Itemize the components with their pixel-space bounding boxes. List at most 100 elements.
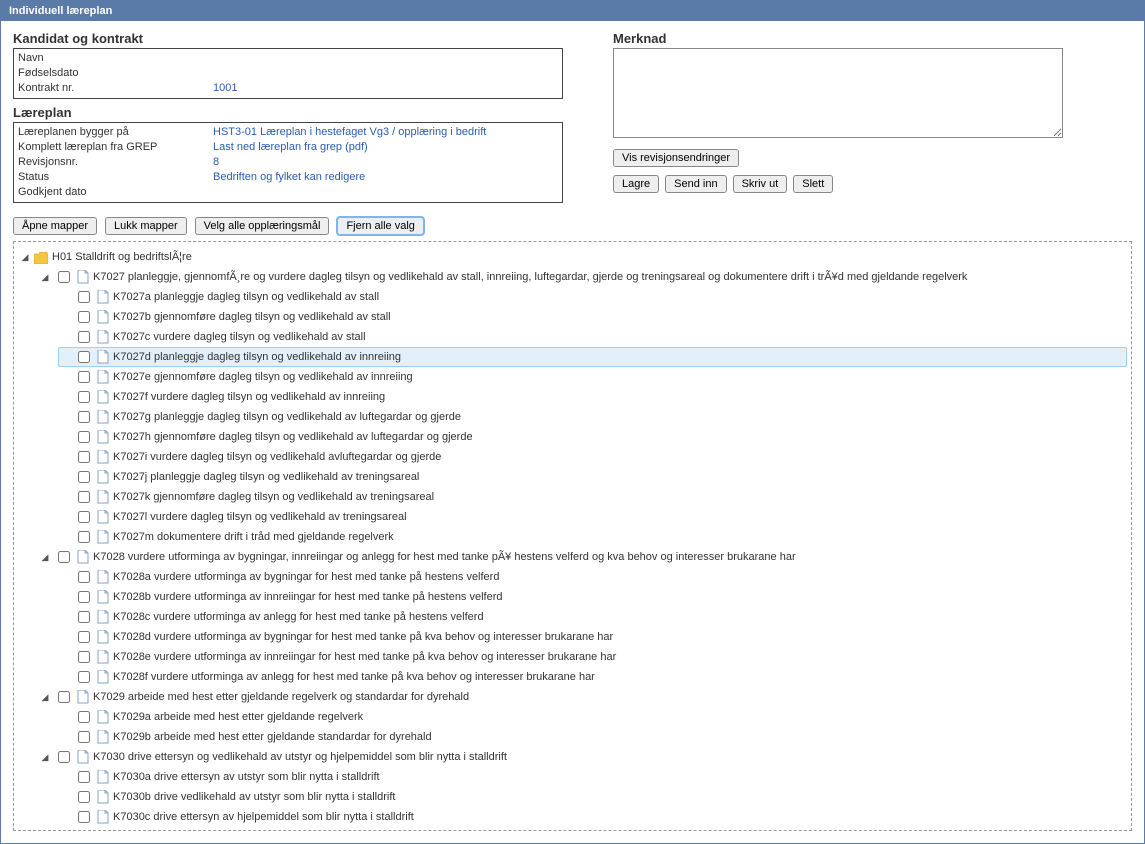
- tree-node-label: K7029 arbeide med hest etter gjeldande r…: [93, 689, 469, 706]
- tree-node-label: K7027b gjennomføre dagleg tilsyn og vedl…: [113, 309, 391, 326]
- tree-checkbox[interactable]: [78, 651, 90, 663]
- tree-checkbox[interactable]: [78, 411, 90, 423]
- tree-checkbox[interactable]: [58, 551, 70, 563]
- document-icon: [97, 670, 109, 684]
- tree-checkbox[interactable]: [78, 511, 90, 523]
- tree-checkbox[interactable]: [78, 671, 90, 683]
- document-icon: [97, 430, 109, 444]
- expand-toggle[interactable]: ◢: [40, 549, 50, 566]
- document-icon: [97, 310, 109, 324]
- tree-node-label: K7027g planleggje dagleg tilsyn og vedli…: [113, 409, 461, 426]
- document-icon: [97, 390, 109, 404]
- plan-complete-value[interactable]: Last ned læreplan fra grep (pdf): [213, 140, 558, 155]
- tree-checkbox[interactable]: [78, 371, 90, 383]
- tree-node-k7028d[interactable]: ◢K7028d vurdere utforminga av bygningar …: [58, 627, 1127, 647]
- document-icon: [97, 470, 109, 484]
- tree-checkbox[interactable]: [58, 691, 70, 703]
- expand-toggle[interactable]: ◢: [40, 749, 50, 766]
- contract-label: Kontrakt nr.: [18, 81, 213, 96]
- plan-approved-label: Godkjent dato: [18, 185, 213, 200]
- tree-node-k7027h[interactable]: ◢K7027h gjennomføre dagleg tilsyn og ved…: [58, 427, 1127, 447]
- tree-node-k7028b[interactable]: ◢K7028b vurdere utforminga av innreiinga…: [58, 587, 1127, 607]
- tree-node-k7027i[interactable]: ◢K7027i vurdere dagleg tilsyn og vedlike…: [58, 447, 1127, 467]
- tree-node-k7027f[interactable]: ◢K7027f vurdere dagleg tilsyn og vedlike…: [58, 387, 1127, 407]
- tree-checkbox[interactable]: [78, 471, 90, 483]
- tree-node-k7030[interactable]: ◢ K7030 drive ettersyn og vedlikehald av …: [38, 747, 1127, 767]
- tree-node-k7028c[interactable]: ◢K7028c vurdere utforminga av anlegg for…: [58, 607, 1127, 627]
- tree-node-k7027l[interactable]: ◢K7027l vurdere dagleg tilsyn og vedlike…: [58, 507, 1127, 527]
- tree-node-k7030b[interactable]: ◢K7030b drive vedlikehald av utstyr som …: [58, 787, 1127, 807]
- tree-checkbox[interactable]: [78, 731, 90, 743]
- tree-checkbox[interactable]: [78, 571, 90, 583]
- tree-node-k7028[interactable]: ◢K7028 vurdere utforminga av bygningar, …: [38, 547, 1127, 567]
- tree-node-k7030a[interactable]: ◢K7030a drive ettersyn av utstyr som bli…: [58, 767, 1127, 787]
- note-textarea[interactable]: [613, 48, 1063, 138]
- tree-node-k7030d[interactable]: ◢K7030d drive vedlikehald av hjelpemidde…: [58, 827, 1127, 831]
- tree-node-label: K7027e gjennomføre dagleg tilsyn og vedl…: [113, 369, 413, 386]
- tree-checkbox[interactable]: [78, 611, 90, 623]
- tree-node-k7029a[interactable]: ◢K7029a arbeide med hest etter gjeldande…: [58, 707, 1127, 727]
- plan-based-value[interactable]: HST3-01 Læreplan i hestefaget Vg3 / oppl…: [213, 125, 558, 140]
- contract-value[interactable]: 1001: [213, 81, 558, 96]
- tree-checkbox[interactable]: [78, 591, 90, 603]
- print-button[interactable]: Skriv ut: [733, 175, 788, 193]
- tree-node-k7027a[interactable]: ◢K7027a planleggje dagleg tilsyn og vedl…: [58, 287, 1127, 307]
- tree-node-k7027e[interactable]: ◢K7027e gjennomføre dagleg tilsyn og ved…: [58, 367, 1127, 387]
- tree-node-k7028e[interactable]: ◢K7028e vurdere utforminga av innreiinga…: [58, 647, 1127, 667]
- tree-checkbox[interactable]: [78, 631, 90, 643]
- tree-node-k7030c[interactable]: ◢K7030c drive ettersyn av hjelpemiddel s…: [58, 807, 1127, 827]
- delete-button[interactable]: Slett: [793, 175, 833, 193]
- document-icon: [97, 810, 109, 824]
- close-folders-button[interactable]: Lukk mapper: [105, 217, 187, 235]
- show-revisions-button[interactable]: Vis revisjonsendringer: [613, 149, 739, 167]
- expand-toggle[interactable]: ◢: [20, 249, 30, 266]
- plan-rev-label: Revisjonsnr.: [18, 155, 213, 170]
- tree-node-k7027[interactable]: ◢K7027 planleggje, gjennomfÃ¸re og vurde…: [38, 267, 1127, 287]
- expand-toggle[interactable]: ◢: [40, 269, 50, 286]
- tree-node-k7027g[interactable]: ◢K7027g planleggje dagleg tilsyn og vedl…: [58, 407, 1127, 427]
- tree-node-k7027m[interactable]: ◢K7027m dokumentere drift i tråd med gje…: [58, 527, 1127, 547]
- tree-node-k7027c[interactable]: ◢K7027c vurdere dagleg tilsyn og vedlike…: [58, 327, 1127, 347]
- tree-node-k7028f[interactable]: ◢K7028f vurdere utforminga av anlegg for…: [58, 667, 1127, 687]
- tree-checkbox[interactable]: [78, 331, 90, 343]
- send-button[interactable]: Send inn: [665, 175, 726, 193]
- tree-node-k7027d[interactable]: ◢K7027d planleggje dagleg tilsyn og vedl…: [58, 347, 1127, 367]
- tree-checkbox[interactable]: [78, 351, 90, 363]
- tree-node-h01[interactable]: ◢H01 Stalldrift og bedriftslÃ¦re: [18, 248, 1127, 267]
- tree-checkbox[interactable]: [78, 391, 90, 403]
- tree-node-label: K7030 drive ettersyn og vedlikehald av u…: [93, 749, 507, 766]
- plan-section-header: Læreplan: [13, 105, 563, 120]
- folder-icon: [34, 252, 48, 264]
- tree-checkbox[interactable]: [78, 771, 90, 783]
- tree-checkbox[interactable]: [78, 491, 90, 503]
- tree-checkbox[interactable]: [58, 271, 70, 283]
- tree-node-k7027b[interactable]: ◢K7027b gjennomføre dagleg tilsyn og ved…: [58, 307, 1127, 327]
- document-icon: [77, 270, 89, 284]
- tree-checkbox[interactable]: [78, 311, 90, 323]
- tree-node-k7027k[interactable]: ◢K7027k gjennomføre dagleg tilsyn og ved…: [58, 487, 1127, 507]
- open-folders-button[interactable]: Åpne mapper: [13, 217, 97, 235]
- tree-checkbox[interactable]: [78, 531, 90, 543]
- tree-checkbox[interactable]: [78, 711, 90, 723]
- tree-checkbox[interactable]: [58, 751, 70, 763]
- document-icon: [97, 730, 109, 744]
- select-all-button[interactable]: Velg alle opplæringsmål: [195, 217, 330, 235]
- tree-node-k7027j[interactable]: ◢K7027j planleggje dagleg tilsyn og vedl…: [58, 467, 1127, 487]
- expand-toggle[interactable]: ◢: [40, 689, 50, 706]
- tree-checkbox[interactable]: [78, 451, 90, 463]
- tree-checkbox[interactable]: [78, 791, 90, 803]
- tree-node-label: K7030a drive ettersyn av utstyr som blir…: [113, 769, 380, 786]
- tree-node-label: K7028b vurdere utforminga av innreiingar…: [113, 589, 503, 606]
- tree-node-label: K7028a vurdere utforminga av bygningar f…: [113, 569, 499, 586]
- tree-node-k7029[interactable]: ◢ K7029 arbeide med hest etter gjeldande …: [38, 687, 1127, 707]
- save-button[interactable]: Lagre: [613, 175, 659, 193]
- tree-node-k7028a[interactable]: ◢K7028a vurdere utforminga av bygningar …: [58, 567, 1127, 587]
- birth-label: Fødselsdato: [18, 66, 213, 81]
- tree-node-k7029b[interactable]: ◢K7029b arbeide med hest etter gjeldande…: [58, 727, 1127, 747]
- tree-checkbox[interactable]: [78, 431, 90, 443]
- clear-all-button[interactable]: Fjern alle valg: [337, 217, 423, 235]
- tree-checkbox[interactable]: [78, 291, 90, 303]
- tree-toolbar: Åpne mapper Lukk mapper Velg alle opplær…: [13, 217, 1132, 235]
- tree-checkbox[interactable]: [78, 811, 90, 823]
- tree-node-label: K7027c vurdere dagleg tilsyn og vedlikeh…: [113, 329, 366, 346]
